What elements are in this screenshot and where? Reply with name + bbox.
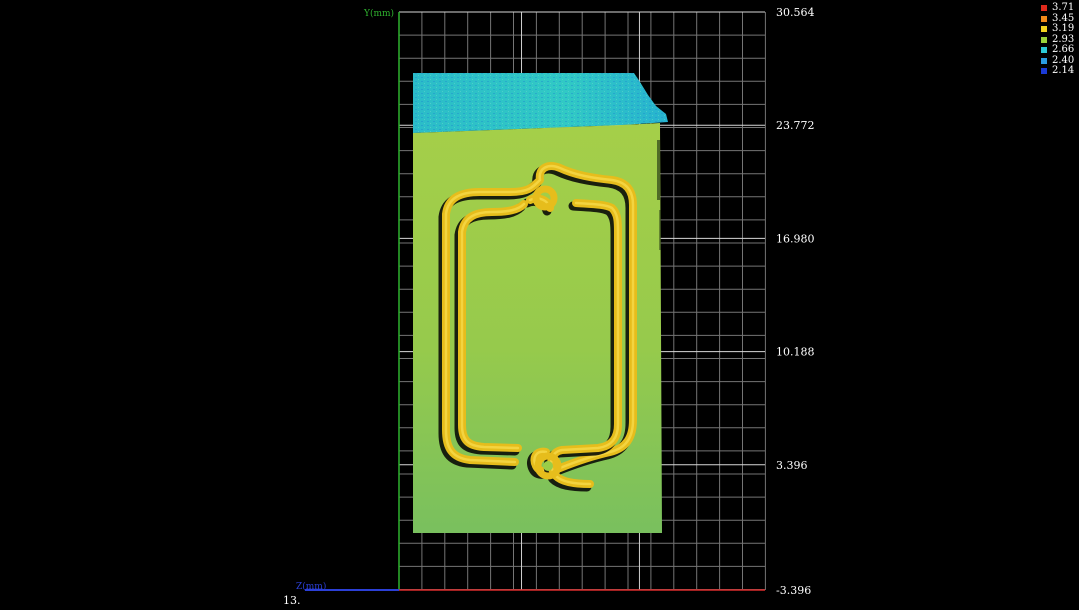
- y-tick-label: 16.980: [776, 232, 815, 245]
- legend-swatch: [1041, 15, 1047, 22]
- y-tick-label: 23.772: [776, 119, 815, 132]
- legend-swatch: [1041, 26, 1047, 33]
- point-cloud-viewport[interactable]: Y(mm) Z(mm) 13. 30.564 23.772 16.980 10.188…: [0, 0, 1079, 607]
- legend-item: 2.66: [1041, 45, 1074, 56]
- y-tick-label: 3.396: [776, 459, 808, 472]
- legend-swatch: [1041, 68, 1047, 75]
- legend-label: 2.93: [1052, 33, 1075, 45]
- y-tick-label: -3.396: [776, 584, 811, 597]
- legend-label: 3.45: [1052, 12, 1075, 24]
- legend-label: 2.40: [1052, 54, 1075, 66]
- legend-swatch: [1041, 36, 1047, 43]
- legend-item: 2.14: [1041, 66, 1074, 77]
- bottom-readout: 13.: [283, 594, 301, 606]
- y-tick-label: 10.188: [776, 346, 815, 359]
- y-tick-labels: 30.564 23.772 16.980 10.188 3.396 -3.396: [776, 6, 815, 597]
- legend-label: 2.66: [1052, 44, 1075, 56]
- legend-item: 3.19: [1041, 24, 1074, 35]
- legend-swatch: [1041, 5, 1047, 12]
- point-cloud-surface: [413, 73, 668, 533]
- legend-label: 3.19: [1052, 23, 1075, 35]
- z-axis-title: Z(mm): [296, 581, 326, 592]
- legend-label: 2.14: [1052, 65, 1075, 77]
- y-tick-label: 30.564: [776, 6, 815, 19]
- color-scale-legend: 3.71 3.45 3.19 2.93 2.66 2.40 2.14: [1041, 3, 1074, 77]
- legend-item: 3.71: [1041, 3, 1074, 14]
- y-axis-title: Y(mm): [363, 8, 394, 19]
- legend-label: 3.71: [1052, 2, 1075, 14]
- 3d-view-canvas[interactable]: Y(mm) Z(mm) 13. 30.564 23.772 16.980 10.188…: [0, 0, 1079, 607]
- legend-swatch: [1041, 47, 1047, 54]
- legend-swatch: [1041, 57, 1047, 64]
